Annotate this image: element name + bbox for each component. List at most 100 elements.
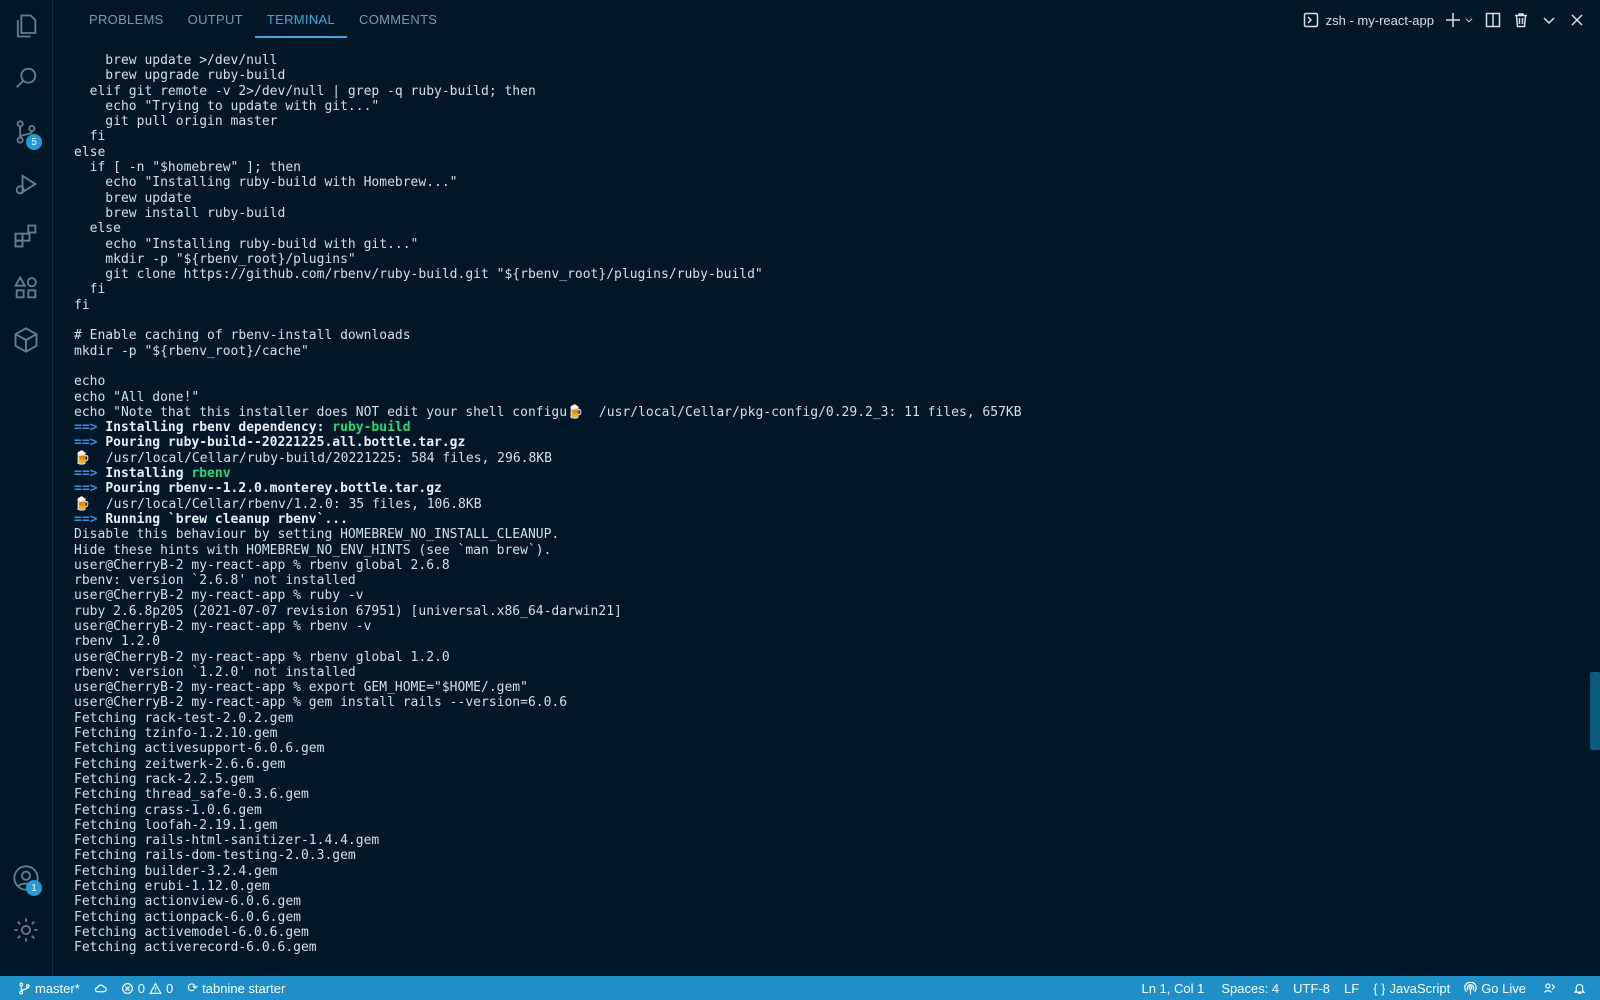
accounts-icon[interactable]: 1 [0, 852, 52, 904]
terminal-text: user@CherryB-2 my-react-app % gem instal… [74, 695, 568, 711]
terminal-text: Fetching rack-test-2.0.2.gem [74, 710, 294, 726]
terminal-line: echo "Installing ruby-build with Homebre… [74, 175, 1560, 190]
terminal-line: echo "Installing ruby-build with git..." [74, 237, 1560, 252]
terminal-line: # Enable caching of rbenv-install downlo… [74, 328, 1560, 343]
terminal-text: ==> [74, 466, 106, 482]
trash-icon[interactable] [1512, 11, 1530, 29]
source-control-icon[interactable]: 5 [0, 106, 52, 158]
accounts-badge: 1 [26, 880, 42, 896]
error-icon [121, 982, 133, 994]
terminal-text: ruby 2.6.8p205 (2021-07-07 revision 6795… [74, 603, 622, 619]
language-mode[interactable]: { } JavaScript [1366, 976, 1457, 1000]
terminal-scrollbar[interactable] [1590, 672, 1600, 750]
extensions-icon[interactable] [0, 210, 52, 262]
terminal-text: # Enable caching of rbenv-install downlo… [74, 328, 411, 344]
terminal-line: Fetching activemodel-6.0.6.gem [74, 925, 1560, 940]
tabnine-icon: ⟳ [187, 980, 199, 995]
encoding[interactable]: UTF-8 [1286, 976, 1337, 1000]
terminal-line: Fetching zeitwerk-2.6.6.gem [74, 757, 1560, 772]
terminal-line: Fetching rails-html-sanitizer-1.4.4.gem [74, 833, 1560, 848]
end-of-line[interactable]: LF [1337, 976, 1366, 1000]
terminal-text: ==> [74, 481, 106, 497]
terminal-text: brew install ruby-build [74, 205, 286, 221]
tab-terminal[interactable]: TERMINAL [254, 2, 348, 38]
terminal-text: user@CherryB-2 my-react-app % rbenv -v [74, 618, 372, 634]
terminal-line: rbenv: version `1.2.0' not installed [74, 665, 1560, 680]
new-terminal-plus-icon[interactable] [1444, 11, 1462, 29]
terminal-line: Fetching tzinfo-1.2.10.gem [74, 726, 1560, 741]
terminal-line: ==> Running `brew cleanup rbenv`... [74, 512, 1560, 527]
notifications-bell-icon[interactable] [1566, 976, 1600, 1000]
go-live-button[interactable]: Go Live [1457, 976, 1533, 1000]
indentation[interactable]: Spaces: 4 [1211, 976, 1286, 1000]
go-live-label: Go Live [1481, 980, 1526, 996]
terminal-line: user@CherryB-2 my-react-app % ruby -v [74, 588, 1560, 603]
terminal-line: Fetching activesupport-6.0.6.gem [74, 741, 1560, 756]
terminal-text: Fetching activemodel-6.0.6.gem [74, 924, 309, 940]
terminal-text: else [74, 221, 121, 237]
terminal-text: ==> [74, 420, 106, 436]
terminal-text: else [74, 144, 106, 160]
terminal-text: Fetching loofah-2.19.1.gem [74, 817, 278, 833]
terminal-line: brew update [74, 191, 1560, 206]
terminal-text: mkdir -p "${rbenv_root}/cache" [74, 343, 309, 359]
explorer-icon[interactable] [0, 0, 52, 52]
cube-extension-icon[interactable] [0, 314, 52, 366]
warning-count: 0 [166, 980, 174, 996]
terminal-text: Disable this behaviour by setting HOMEBR… [74, 527, 560, 543]
tab-output[interactable]: OUTPUT [176, 2, 255, 38]
warning-icon [149, 981, 162, 994]
terminal-text: user@CherryB-2 my-react-app % ruby -v [74, 588, 364, 604]
tab-problems[interactable]: PROBLEMS [77, 2, 176, 38]
terminal-line: ==> Pouring rbenv--1.2.0.monterey.bottle… [74, 481, 1560, 496]
chevron-down-icon[interactable] [1540, 11, 1558, 29]
tabnine-label: tabnine starter [202, 980, 286, 996]
terminal-line: ==> Installing rbenv dependency: ruby-bu… [74, 420, 1560, 435]
remote-explorer-icon[interactable] [0, 262, 52, 314]
settings-gear-icon[interactable] [0, 904, 52, 956]
terminal-text: rbenv: version `1.2.0' not installed [74, 664, 356, 680]
terminal-line: Fetching actionpack-6.0.6.gem [74, 910, 1560, 925]
tabnine-status[interactable]: ⟳ tabnine starter [180, 976, 292, 1000]
terminal-line: Fetching erubi-1.12.0.gem [74, 879, 1560, 894]
terminal-output[interactable]: brew update >/dev/null brew upgrade ruby… [74, 53, 1560, 965]
terminal-line: Fetching crass-1.0.6.gem [74, 803, 1560, 818]
terminal-line: echo [74, 374, 1560, 389]
feedback-icon[interactable] [1533, 976, 1566, 1000]
terminal-line: fi [74, 298, 1560, 313]
terminal-text: Fetching zeitwerk-2.6.6.gem [74, 756, 286, 772]
launch-profile-chevron-icon[interactable] [1464, 11, 1474, 29]
terminal-line: brew install ruby-build [74, 206, 1560, 221]
close-icon[interactable] [1568, 11, 1586, 29]
git-branch-icon [19, 982, 30, 994]
terminal-text: user@CherryB-2 my-react-app % rbenv glob… [74, 557, 450, 573]
terminal-text: fi [74, 297, 90, 313]
run-debug-icon[interactable] [0, 158, 52, 210]
terminal-text: Fetching rails-html-sanitizer-1.4.4.gem [74, 833, 380, 849]
terminal-line: Fetching rails-dom-testing-2.0.3.gem [74, 848, 1560, 863]
terminal-text: 🍺 /usr/local/Cellar/ruby-build/20221225:… [74, 450, 552, 466]
terminal-text: brew update >/dev/null [74, 53, 278, 68]
branch-indicator[interactable]: master* [0, 976, 87, 1000]
terminal-text: ==> [74, 511, 106, 527]
split-terminal-icon[interactable] [1484, 11, 1502, 29]
problems-indicator[interactable]: 0 0 [114, 976, 180, 1000]
terminal-text: echo "Installing ruby-build with git..." [74, 236, 419, 252]
panel-header: PROBLEMS OUTPUT TERMINAL COMMENTS zsh - … [53, 0, 1600, 40]
terminal-text: Fetching crass-1.0.6.gem [74, 802, 262, 818]
terminal-text: brew upgrade ruby-build [74, 68, 286, 84]
search-icon[interactable] [0, 52, 52, 104]
terminal-text: Installing [105, 466, 192, 482]
source-control-badge: 5 [26, 134, 42, 150]
terminal-text: echo "Trying to update with git..." [74, 98, 380, 114]
terminal-line: Disable this behaviour by setting HOMEBR… [74, 527, 1560, 542]
language-label: JavaScript [1389, 980, 1451, 996]
cursor-position[interactable]: Ln 1, Col 1 [1134, 976, 1211, 1000]
terminal-line: mkdir -p "${rbenv_root}/plugins" [74, 252, 1560, 267]
terminal-selector[interactable]: zsh - my-react-app [1302, 11, 1434, 29]
terminal-line: user@CherryB-2 my-react-app % rbenv glob… [74, 650, 1560, 665]
terminal-text: echo "Installing ruby-build with Homebre… [74, 175, 458, 191]
sync-button[interactable] [87, 976, 114, 1000]
tab-comments[interactable]: COMMENTS [347, 2, 449, 38]
